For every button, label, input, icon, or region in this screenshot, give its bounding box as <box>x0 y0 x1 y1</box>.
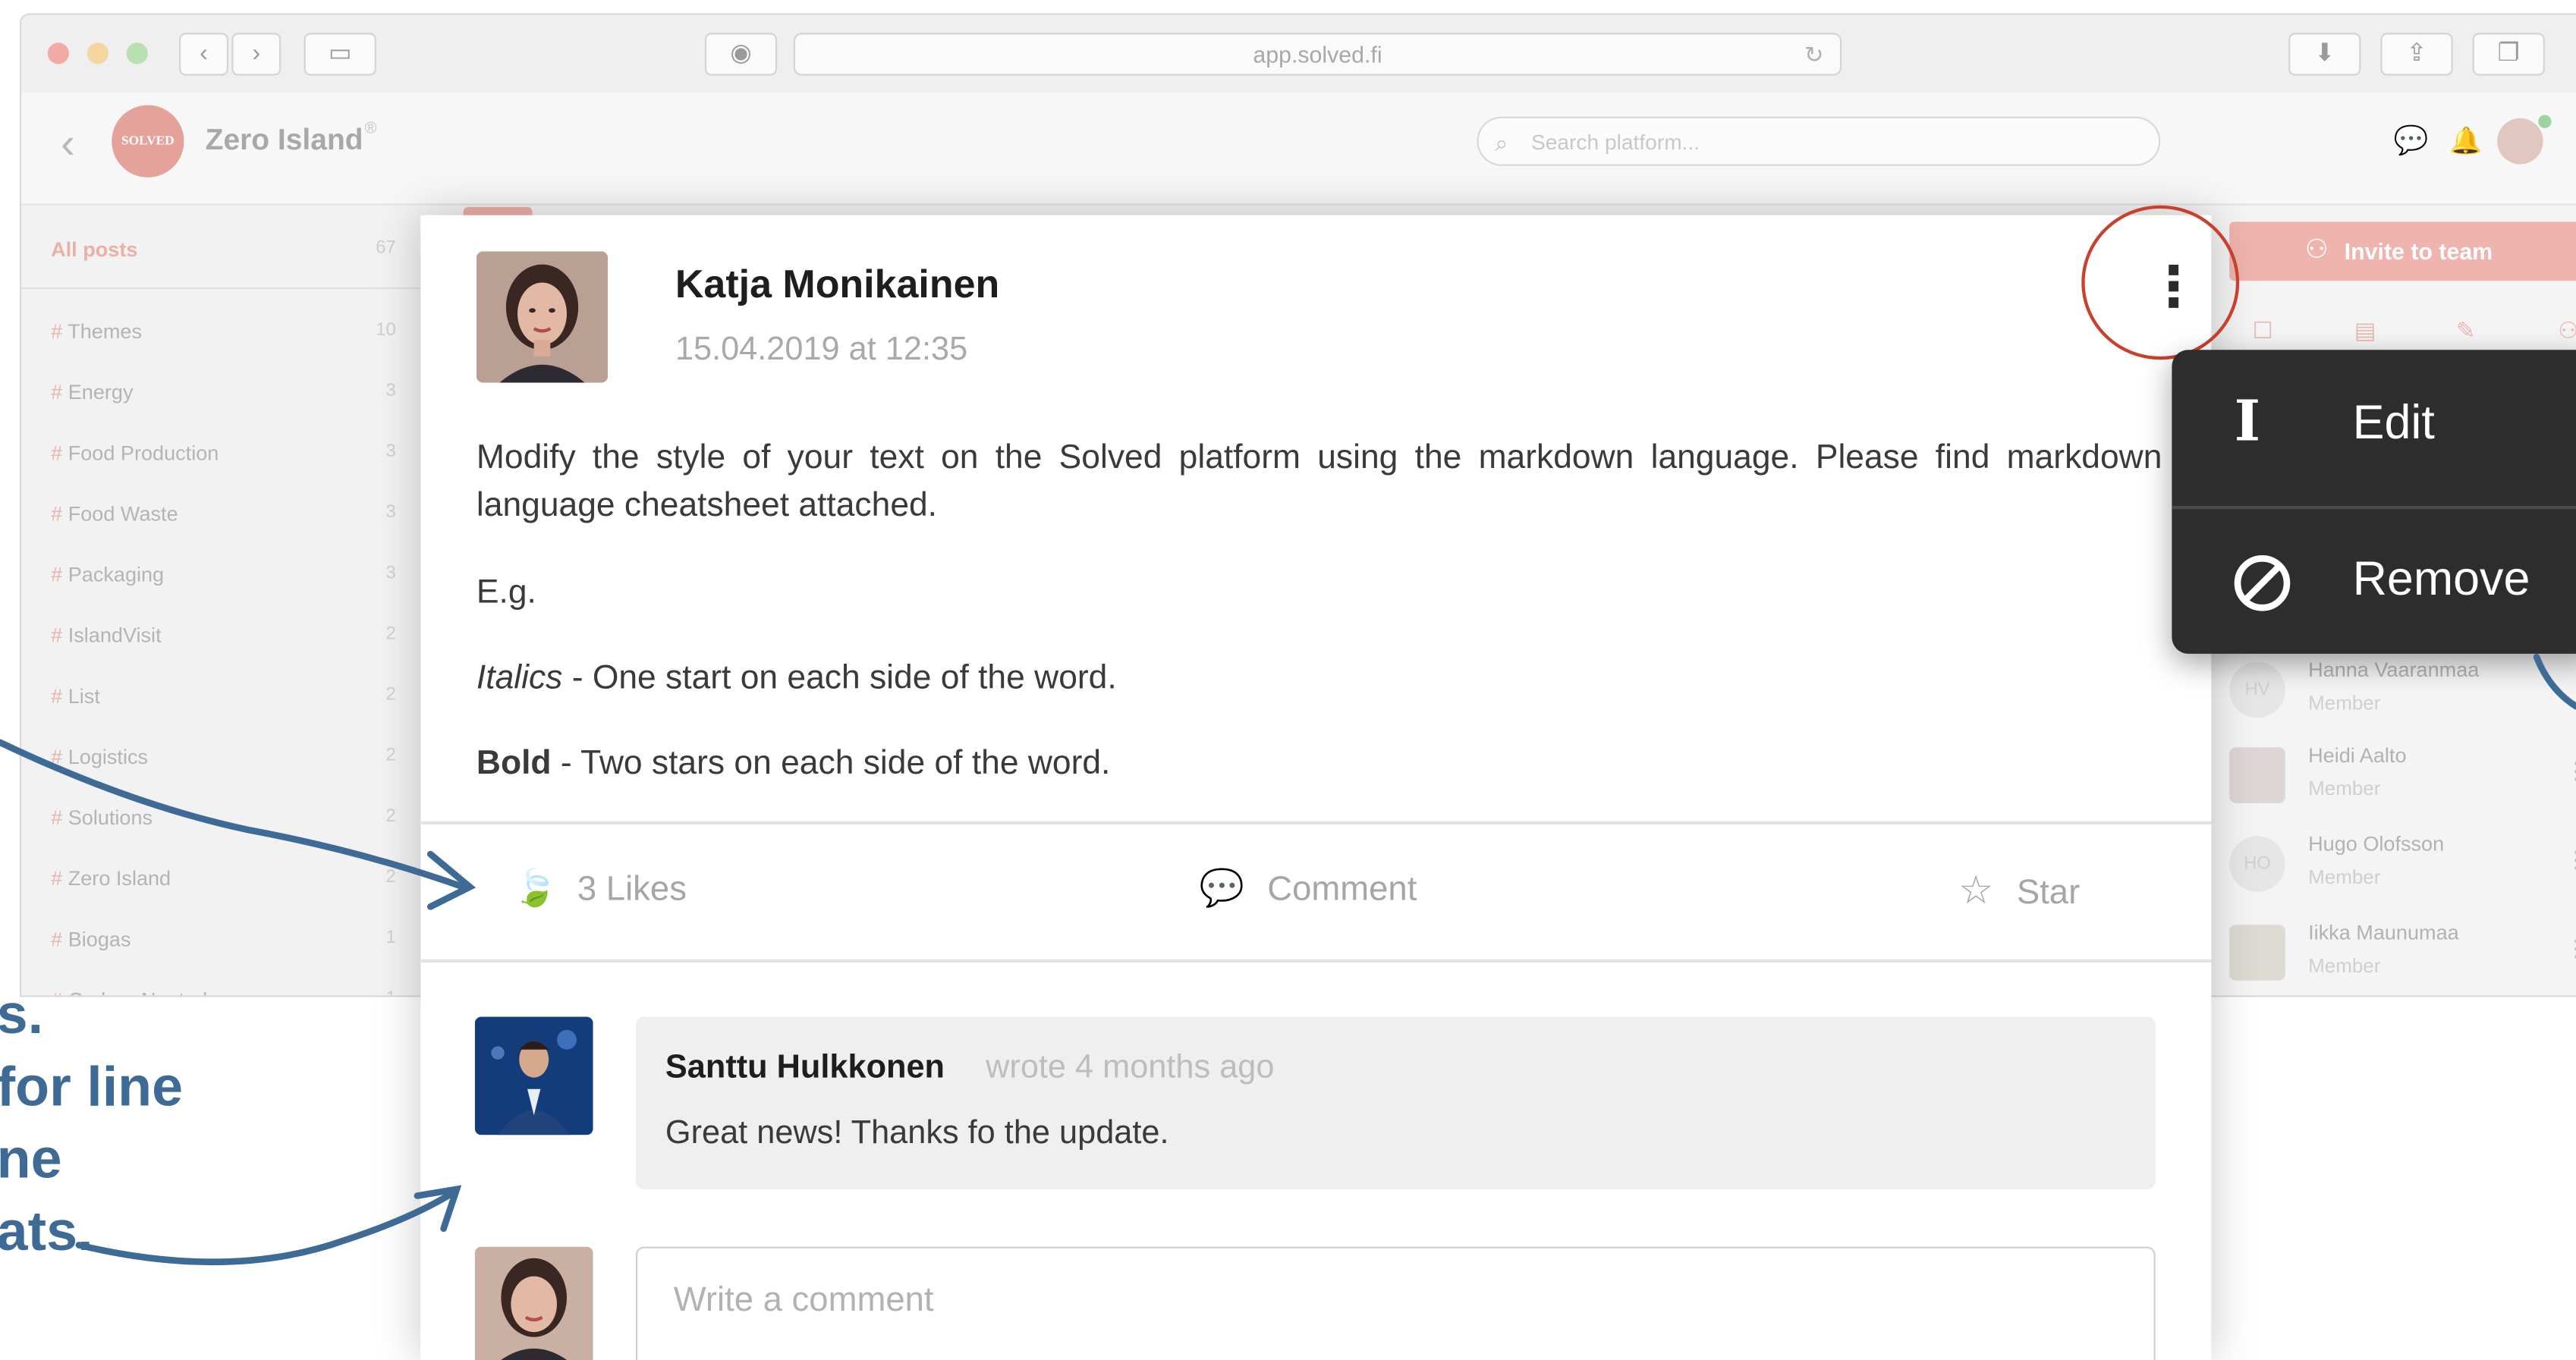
arrow-to-likes <box>0 739 467 890</box>
screenshot-stage: ‹ › ▭ ◉ app.solved.fi ↻ ⬇ ⇪ ❐ ‹ SOLVED Z… <box>0 0 2576 1360</box>
annotation-line: for line <box>0 1056 184 1119</box>
annotation-line: ne <box>0 1128 62 1191</box>
annotation-line: ats. <box>0 1200 93 1264</box>
annotation-text: s. for line ne ats. <box>0 979 183 1268</box>
arrow-to-menu <box>2533 653 2576 710</box>
annotation-line: s. <box>0 984 44 1047</box>
annotation-arrows <box>0 653 2576 1266</box>
